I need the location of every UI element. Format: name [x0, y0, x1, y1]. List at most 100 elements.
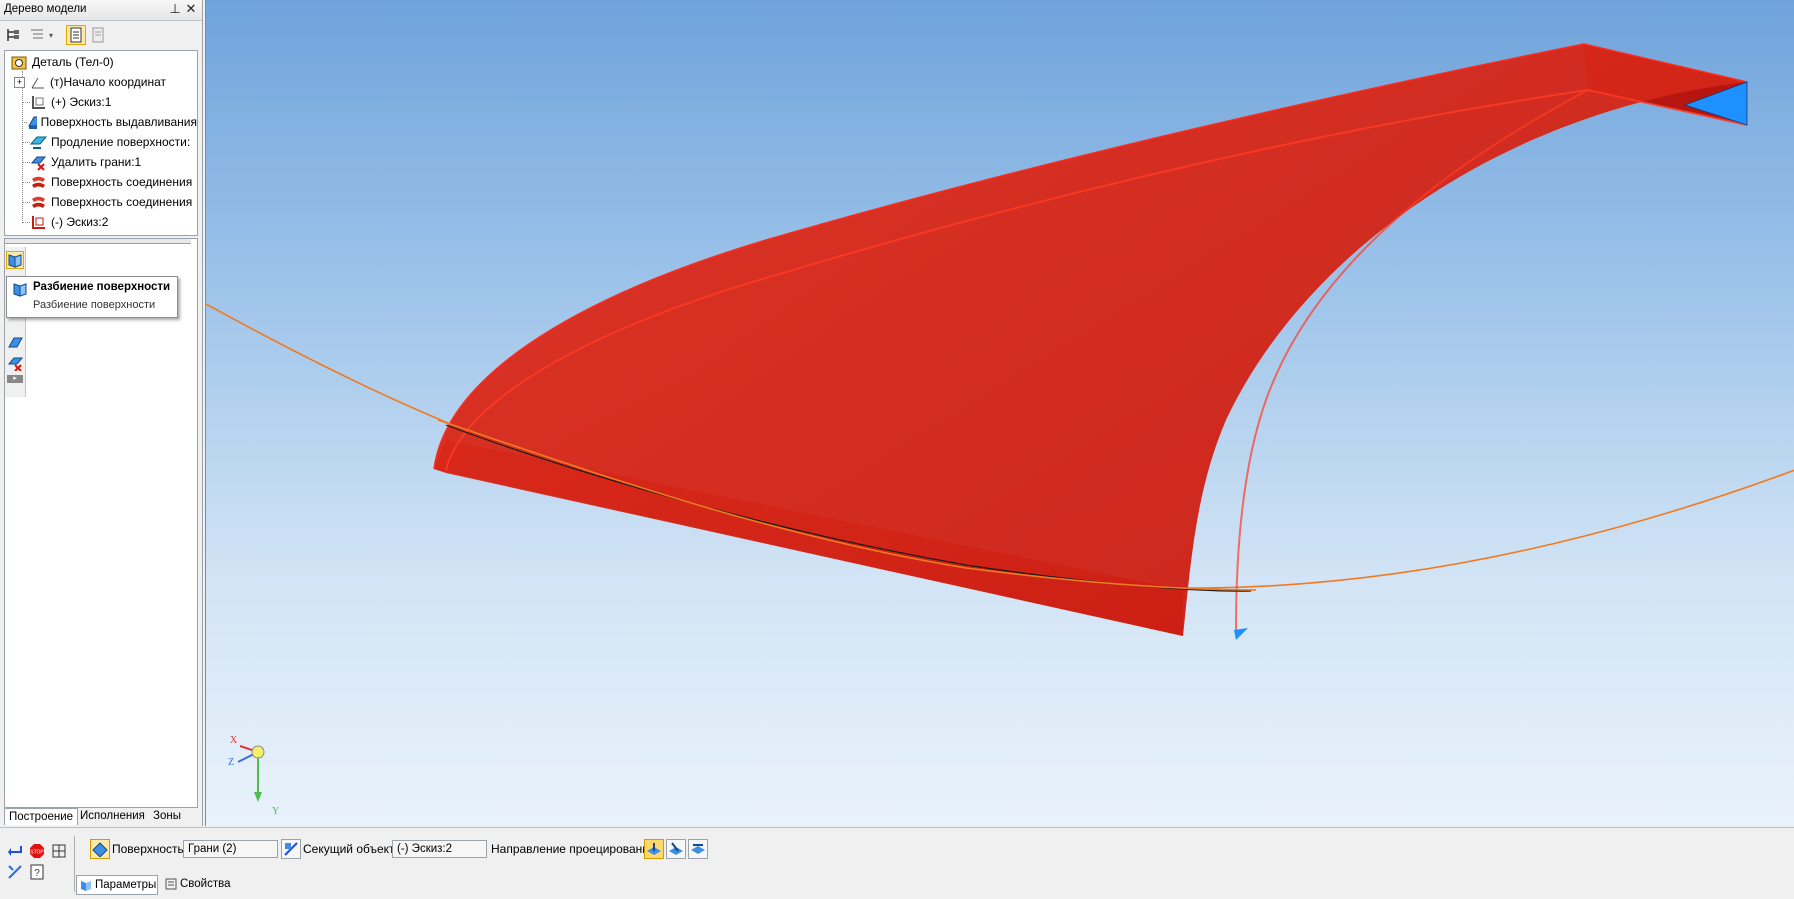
tree-tabs: Построение Исполнения Зоны	[0, 806, 202, 826]
axis-z-label: Z	[228, 757, 235, 768]
chevron-down-icon[interactable]: ▾	[49, 31, 53, 40]
model-scene	[206, 43, 1794, 802]
svg-text:?: ?	[34, 868, 40, 879]
projection-direction-both[interactable]	[688, 839, 708, 859]
tree-connector-h	[22, 161, 30, 163]
tree-toolbar: ▾	[0, 21, 202, 49]
split-surface-button[interactable]	[6, 251, 24, 269]
tooltip-subtitle: Разбиение поверхности	[33, 299, 156, 311]
delete-faces-icon	[30, 156, 47, 171]
pin-icon[interactable]: ⊥	[168, 2, 182, 16]
tree-view-mode-button[interactable]	[66, 25, 86, 45]
property-bar: STOP ? Поверхность Грани (2) Секущий объ…	[0, 827, 1794, 899]
tree-item-join-surface-2[interactable]: Поверхность соединения	[5, 192, 197, 212]
surface-select-button[interactable]	[90, 839, 110, 859]
extrude-surface-icon	[27, 116, 37, 129]
projection-vector-icon	[669, 842, 683, 855]
tree-connector-h	[22, 181, 30, 183]
origin-icon	[31, 77, 44, 88]
document-grey-icon	[92, 27, 104, 43]
part-icon	[11, 56, 27, 69]
cut-face-bottom	[1234, 628, 1248, 640]
projection-direction-vector[interactable]	[666, 839, 686, 859]
cutting-object-field[interactable]: (-) Эскиз:2	[392, 840, 487, 858]
join-surface-icon	[32, 176, 45, 188]
properties-icon	[165, 878, 177, 890]
tree-item-origin[interactable]: + (т)Начало координат	[5, 72, 197, 92]
tree-properties-button[interactable]	[88, 25, 108, 45]
projection-both-icon	[691, 844, 705, 854]
enter-arrow-icon	[8, 846, 22, 856]
stop-icon: STOP	[30, 844, 44, 858]
snap-button[interactable]	[50, 842, 68, 860]
projection-normal-icon	[647, 843, 661, 855]
tree-connector-h	[22, 101, 30, 103]
axis-triad	[237, 745, 265, 802]
close-icon[interactable]: ✕	[184, 2, 198, 16]
separator	[74, 836, 75, 892]
tooltip-title: Разбиение поверхности	[33, 281, 171, 293]
tree-list-button[interactable]	[27, 25, 47, 45]
sketch-error-icon	[32, 215, 45, 229]
snap-icon	[52, 844, 66, 858]
tab-properties-label: Свойства	[180, 878, 231, 890]
tree-item-delete-faces[interactable]: Удалить грани:1	[5, 152, 197, 172]
create-object-button[interactable]	[6, 842, 24, 860]
help-button[interactable]: ?	[28, 863, 46, 881]
surface-label: Поверхность	[112, 842, 184, 856]
model-tree: Деталь (Тел-0) + (т)Начало координат (+)…	[4, 50, 198, 236]
tree-structure-icon	[7, 29, 19, 41]
svg-text:STOP: STOP	[30, 850, 44, 856]
delete-faces-tool-icon[interactable]	[7, 355, 23, 371]
tab-properties[interactable]: Свойства	[162, 875, 242, 893]
surface-icon	[92, 842, 108, 857]
tree-connector-h	[22, 201, 30, 203]
extend-surface-icon	[30, 136, 47, 149]
tree-structure-button[interactable]	[3, 25, 23, 45]
model-tree-panel: Дерево модели ⊥ ✕ ▾ Деталь (Тел-0) + (т)…	[0, 0, 203, 826]
tree-item-extrude-surface[interactable]: Поверхность выдавливания	[5, 112, 197, 132]
tab-parameters[interactable]: Параметры	[76, 875, 158, 895]
stop-button[interactable]: STOP	[28, 842, 46, 860]
extrude-surface-tool-icon[interactable]	[7, 335, 23, 351]
tree-header: Дерево модели ⊥ ✕	[0, 0, 202, 21]
tree-panel-title: Дерево модели	[4, 3, 87, 15]
tree-item-join-surface-1[interactable]: Поверхность соединения	[5, 172, 197, 192]
tree-list-icon	[31, 29, 43, 39]
tree-connector-h	[22, 221, 30, 223]
sketch-icon	[32, 95, 45, 109]
build-panel: ▸	[4, 238, 198, 808]
vertical-toolbar: ▸	[5, 247, 26, 397]
parameters-icon	[81, 881, 91, 891]
expand-icon[interactable]: +	[14, 76, 25, 88]
tree-item-sketch-2[interactable]: (-) Эскиз:2	[5, 212, 197, 232]
panel-splitter[interactable]	[5, 239, 191, 244]
tree-connector-h	[22, 141, 30, 143]
document-icon	[70, 27, 82, 43]
projection-direction-label: Направление проецирования	[491, 842, 656, 856]
cutting-object-button[interactable]	[281, 839, 301, 859]
tab-zones[interactable]: Зоны	[149, 808, 185, 824]
axis-x-label: X	[230, 735, 238, 746]
join-surface-icon	[32, 196, 45, 208]
split-surface-icon	[13, 283, 27, 297]
projection-direction-normal[interactable]	[644, 839, 664, 859]
red-surface-body	[434, 44, 1747, 636]
tooltip: Разбиение поверхности Разбиение поверхно…	[6, 276, 178, 318]
axis-y-label: Y	[272, 806, 280, 817]
tree-item-sketch-1[interactable]: (+) Эскиз:1	[5, 92, 197, 112]
split-surface-icon	[8, 254, 22, 268]
help-icon: ?	[30, 864, 44, 880]
surface-field[interactable]: Грани (2)	[183, 840, 278, 858]
tab-build[interactable]: Построение	[4, 808, 79, 825]
tab-versions[interactable]: Исполнения	[76, 808, 149, 824]
tree-item-part[interactable]: Деталь (Тел-0)	[5, 52, 197, 72]
cutting-object-label: Секущий объект	[303, 842, 395, 856]
tree-item-extend-surface[interactable]: Продление поверхности:	[5, 132, 197, 152]
3d-viewport[interactable]: X Z Y	[205, 0, 1794, 826]
toolbar-expand-icon[interactable]: ▸	[7, 375, 23, 383]
auto-create-icon	[8, 865, 22, 879]
cutting-object-icon	[284, 842, 298, 856]
auto-create-button[interactable]	[6, 863, 24, 881]
tab-parameters-label: Параметры	[95, 879, 157, 891]
